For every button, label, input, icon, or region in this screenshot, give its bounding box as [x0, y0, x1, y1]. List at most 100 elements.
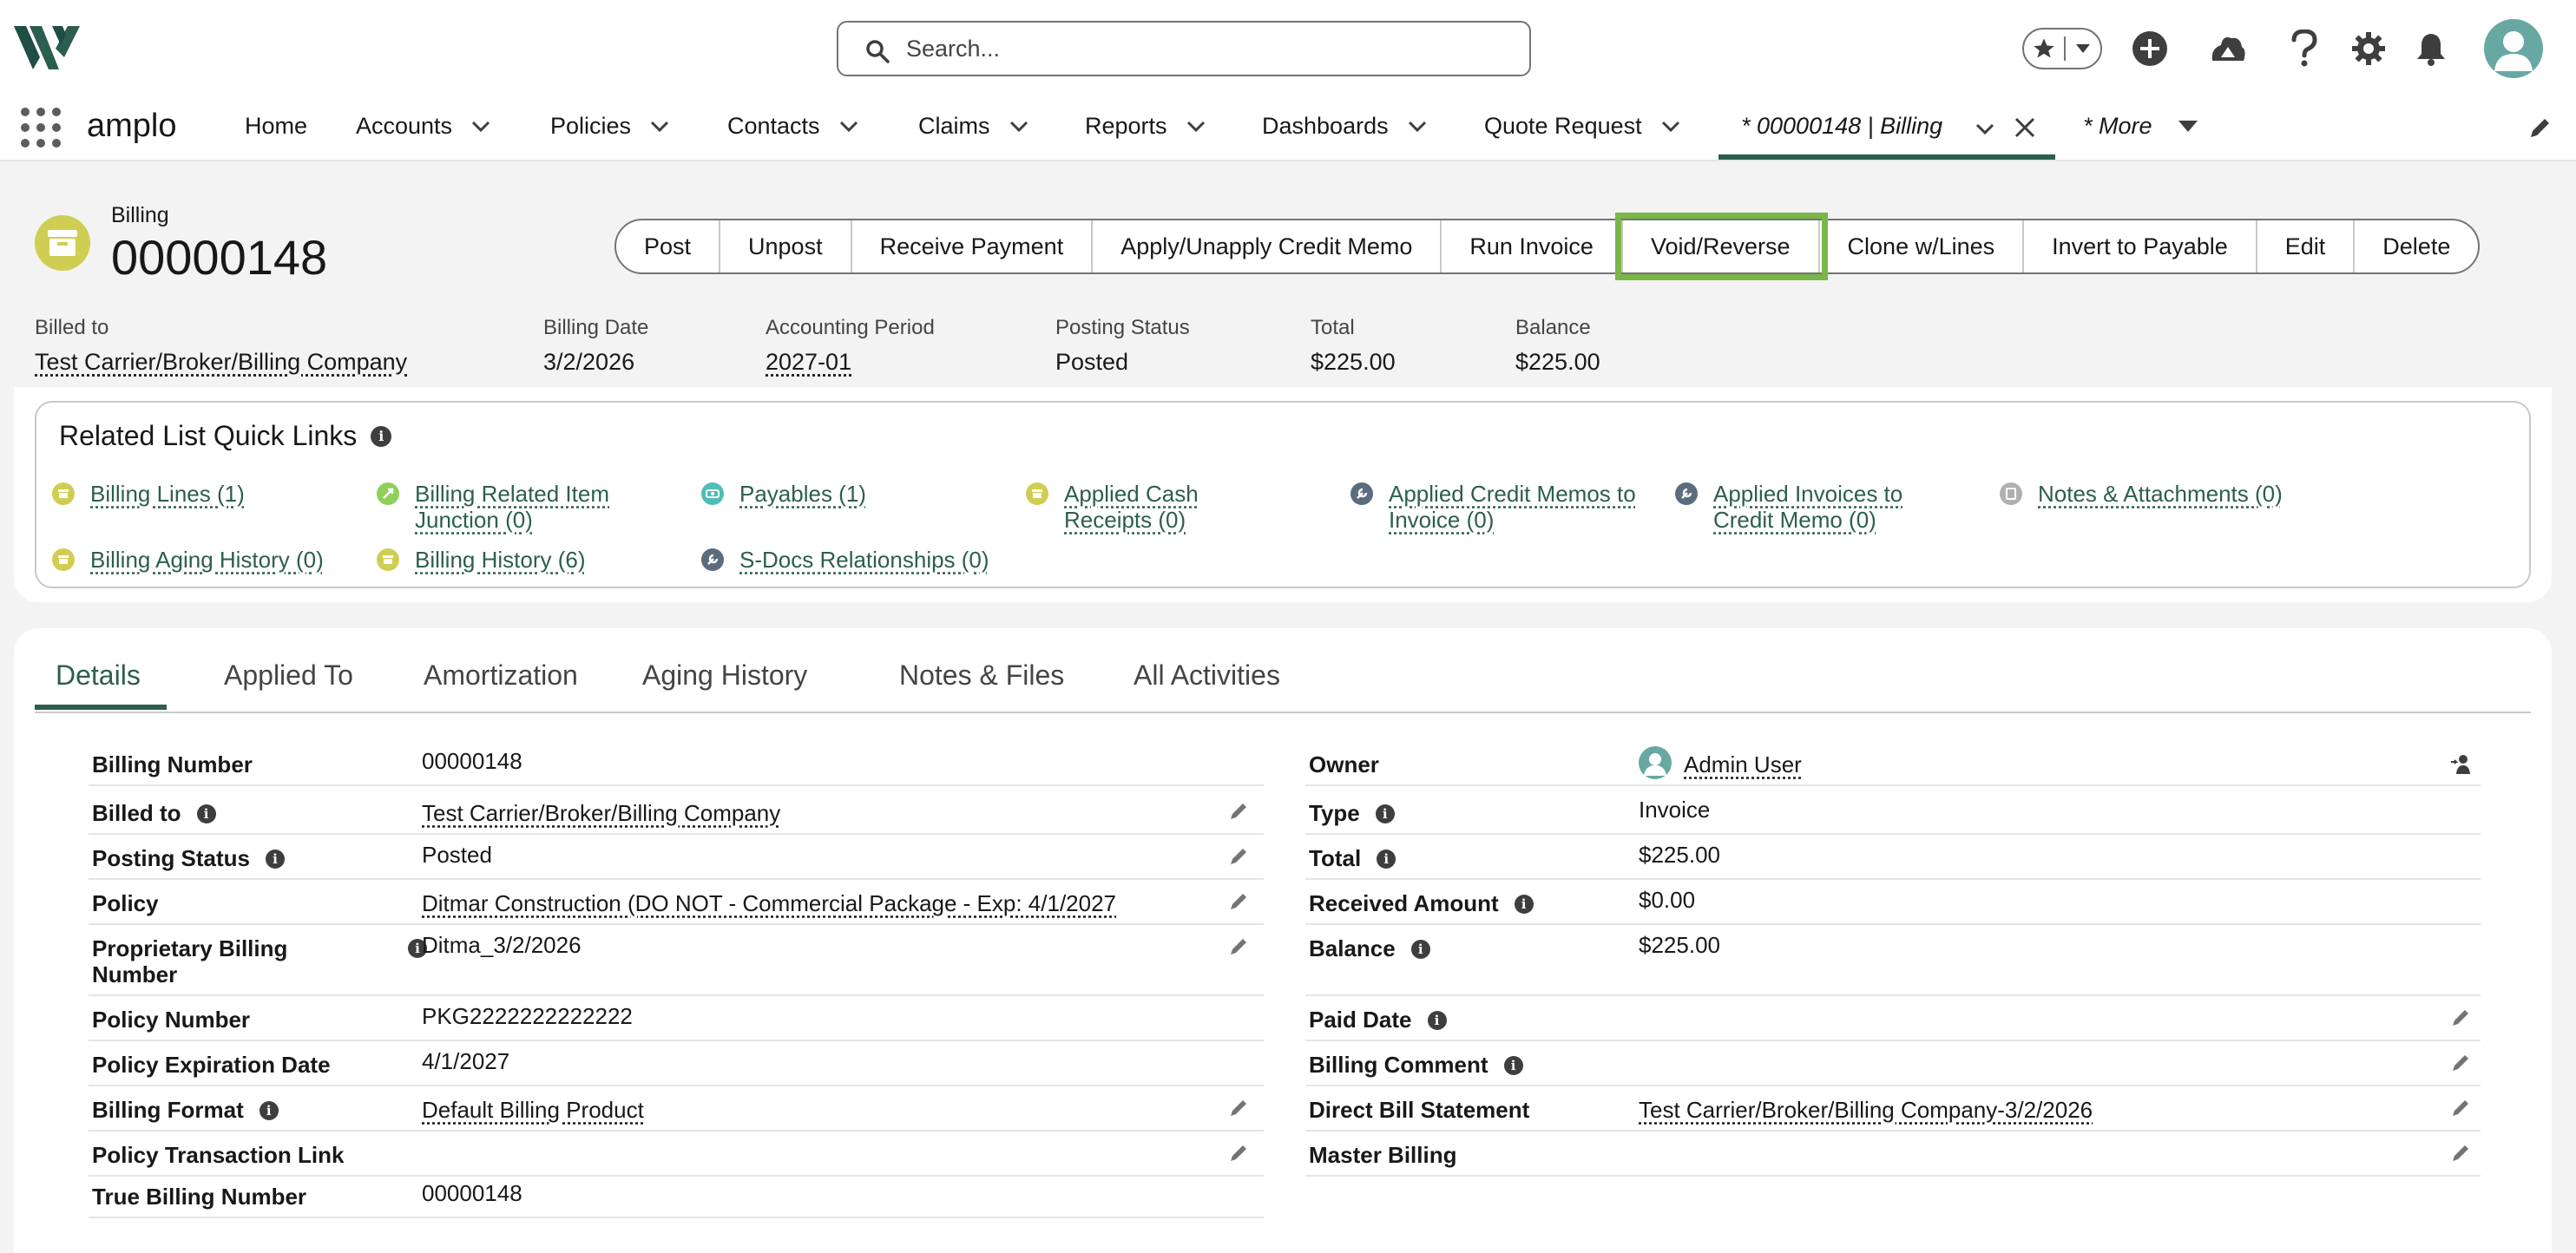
- quick-link-billing-history[interactable]: Billing History (6): [377, 547, 586, 573]
- info-icon[interactable]: i: [371, 425, 392, 447]
- wrench-icon: [1675, 482, 1698, 505]
- info-icon[interactable]: i: [1377, 849, 1396, 869]
- tab-applied-to[interactable]: Applied To: [224, 659, 353, 692]
- receive-payment-button[interactable]: Receive Payment: [852, 220, 1094, 272]
- quick-link-s-docs-relationships[interactable]: S-Docs Relationships (0): [701, 547, 989, 573]
- accounting-period-link[interactable]: 2027-01: [766, 349, 935, 376]
- edit-pencil-icon[interactable]: [2449, 1050, 2474, 1074]
- chevron-down-icon[interactable]: [1186, 121, 1206, 133]
- tab-amortization[interactable]: Amortization: [424, 659, 578, 692]
- post-button[interactable]: Post: [616, 220, 721, 272]
- tab-all-activities[interactable]: All Activities: [1134, 659, 1280, 692]
- tab-aging-history[interactable]: Aging History: [642, 659, 807, 692]
- edit-pencil-icon[interactable]: [2449, 1095, 2474, 1119]
- search-input[interactable]: [906, 31, 1496, 66]
- record-action-button-group: Post Unpost Receive Payment Apply/Unappl…: [614, 213, 2481, 280]
- settings-gear-icon[interactable]: [2347, 23, 2390, 75]
- chevron-down-icon[interactable]: [650, 121, 669, 133]
- global-search[interactable]: [837, 21, 1531, 76]
- quick-link-applied-invoices-to-credit-memo[interactable]: Applied Invoices to Credit Memo (0): [1675, 481, 1902, 533]
- info-icon[interactable]: i: [259, 1100, 279, 1120]
- trailhead-icon[interactable]: [2206, 23, 2250, 75]
- info-icon[interactable]: i: [1427, 1010, 1447, 1030]
- edit-pencil-icon[interactable]: [1227, 1095, 1252, 1119]
- nav-item-policies[interactable]: Policies: [550, 113, 669, 140]
- payables-icon: [701, 482, 724, 505]
- info-icon[interactable]: i: [266, 849, 286, 869]
- nav-more-menu[interactable]: * More: [2083, 113, 2198, 140]
- chevron-down-icon[interactable]: [471, 121, 490, 133]
- company-logo[interactable]: [14, 23, 80, 73]
- nav-item-reports[interactable]: Reports: [1085, 113, 1206, 140]
- field-total: Total i $225.00: [1305, 835, 2481, 880]
- clone-with-lines-button[interactable]: Clone w/Lines: [1820, 220, 2025, 272]
- owner-link[interactable]: Admin User: [1684, 751, 1802, 778]
- user-avatar[interactable]: [2484, 19, 2543, 78]
- delete-button[interactable]: Delete: [2355, 220, 2478, 272]
- quick-link-billing-related-item-junction[interactable]: Billing Related Item Junction (0): [377, 481, 609, 533]
- nav-item-claims[interactable]: Claims: [918, 113, 1028, 140]
- quick-link-notes-attachments[interactable]: Notes & Attachments (0): [2000, 481, 2283, 507]
- info-icon[interactable]: i: [1375, 804, 1395, 823]
- billed-to-link[interactable]: Test Carrier/Broker/Billing Company: [422, 800, 780, 827]
- close-tab-icon[interactable]: [2014, 116, 2036, 139]
- change-owner-icon[interactable]: [2449, 751, 2474, 776]
- info-icon[interactable]: i: [1410, 939, 1430, 959]
- edit-pencil-icon[interactable]: [1227, 843, 1252, 868]
- void-reverse-button[interactable]: Void/Reverse: [1614, 213, 1828, 280]
- tab-notes-files[interactable]: Notes & Files: [899, 659, 1064, 692]
- quick-link-billing-aging-history[interactable]: Billing Aging History (0): [52, 547, 324, 573]
- billing-format-link[interactable]: Default Billing Product: [422, 1097, 644, 1124]
- highlight-billed-to: Billed to Test Carrier/Broker/Billing Co…: [35, 316, 408, 376]
- nav-item-accounts[interactable]: Accounts: [356, 113, 490, 140]
- info-icon[interactable]: i: [1514, 894, 1534, 914]
- chevron-down-icon[interactable]: [1975, 123, 1994, 135]
- favorites-button[interactable]: [2022, 28, 2102, 69]
- chevron-down-icon[interactable]: [839, 121, 858, 133]
- policy-link[interactable]: Ditmar Construction (DO NOT - Commercial…: [422, 890, 1116, 917]
- nav-item-dashboards[interactable]: Dashboards: [1262, 113, 1427, 140]
- direct-bill-statement-link[interactable]: Test Carrier/Broker/Billing Company-3/2/…: [1639, 1097, 2093, 1124]
- info-icon[interactable]: i: [1503, 1055, 1523, 1075]
- tab-details[interactable]: Details: [56, 659, 141, 692]
- global-actions-icon[interactable]: [2128, 23, 2172, 75]
- edit-pencil-icon[interactable]: [2449, 1005, 2474, 1029]
- billed-to-link[interactable]: Test Carrier/Broker/Billing Company: [35, 349, 407, 376]
- nav-item-home[interactable]: Home: [245, 113, 307, 140]
- info-icon[interactable]: i: [196, 804, 216, 823]
- unpost-button[interactable]: Unpost: [720, 220, 852, 272]
- edit-button[interactable]: Edit: [2257, 220, 2356, 272]
- apply-unapply-credit-memo-button[interactable]: Apply/Unapply Credit Memo: [1093, 220, 1442, 272]
- app-launcher-icon[interactable]: [21, 108, 61, 148]
- chevron-down-icon[interactable]: [1009, 121, 1028, 133]
- invert-to-payable-button[interactable]: Invert to Payable: [2024, 220, 2257, 272]
- field-billing-format: Billing Format i Default Billing Product: [89, 1086, 1264, 1132]
- notifications-bell-icon[interactable]: [2409, 23, 2453, 75]
- quick-link-payables[interactable]: Payables (1): [701, 481, 866, 507]
- nav-tab-active-record[interactable]: * 00000148 | Billing: [1718, 97, 2055, 160]
- edit-pencil-icon[interactable]: [1227, 1140, 1252, 1164]
- active-tab-indicator: [35, 705, 167, 710]
- nav-item-contacts[interactable]: Contacts: [727, 113, 858, 140]
- run-invoice-button[interactable]: Run Invoice: [1442, 220, 1623, 272]
- edit-pencil-icon[interactable]: [1227, 934, 1252, 958]
- quick-link-applied-credit-memos-to-invoice[interactable]: Applied Credit Memos to Invoice (0): [1350, 481, 1636, 533]
- quick-link-billing-lines[interactable]: Billing Lines (1): [52, 481, 245, 507]
- favorites-dropdown-icon[interactable]: [2066, 43, 2100, 54]
- chevron-down-icon[interactable]: [1661, 121, 1680, 133]
- related-list-quick-links-container: Related List Quick Links i Billing Lines …: [14, 387, 2552, 602]
- edit-pencil-icon[interactable]: [2449, 1140, 2474, 1164]
- edit-pencil-icon[interactable]: [1227, 889, 1252, 913]
- edit-pencil-icon[interactable]: [1227, 798, 1252, 823]
- field-type: Type i Invoice: [1305, 790, 2481, 835]
- navigation-bar: amplo Home Accounts Policies Contacts Cl…: [0, 97, 2576, 161]
- quick-link-applied-cash-receipts[interactable]: Applied Cash Receipts (0): [1026, 481, 1199, 533]
- chevron-down-icon[interactable]: [1408, 121, 1427, 133]
- star-icon[interactable]: [2024, 36, 2066, 61]
- field-balance: Balance i $225.00: [1305, 925, 2481, 996]
- nav-item-quote-request[interactable]: Quote Request: [1484, 113, 1680, 140]
- help-icon[interactable]: [2283, 23, 2326, 75]
- active-tab-label[interactable]: * 00000148 | Billing: [1741, 113, 1942, 140]
- edit-nav-pencil-icon[interactable]: [2527, 115, 2553, 141]
- caret-down-icon[interactable]: [2178, 121, 2198, 132]
